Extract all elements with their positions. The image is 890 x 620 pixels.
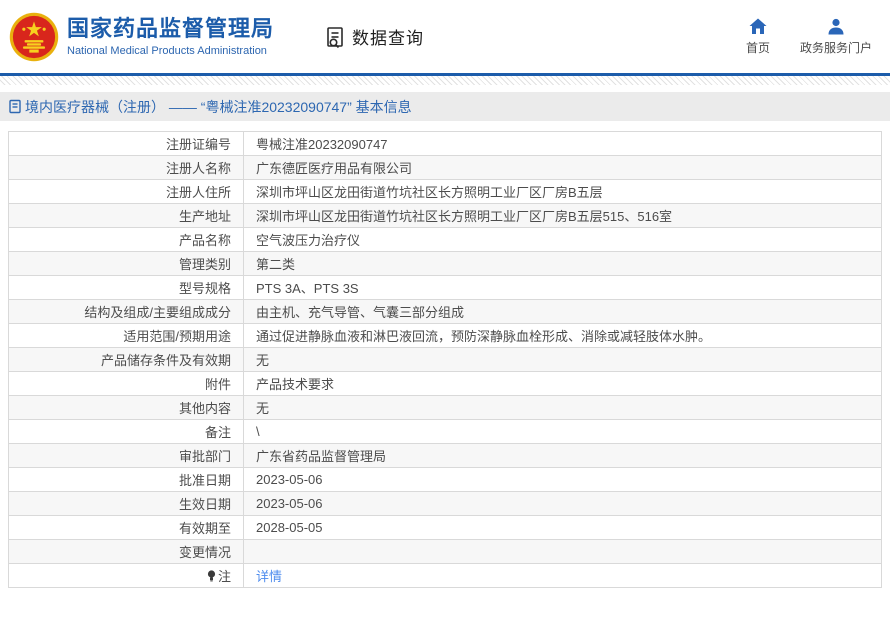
table-row: 其他内容无 <box>8 395 882 420</box>
row-label: 型号规格 <box>8 275 244 300</box>
breadcrumb: 境内医疗器械（注册） —— “粤械注准20232090747” 基本信息 <box>0 92 890 121</box>
row-label: 结构及组成/主要组成成分 <box>8 299 244 324</box>
row-value: 2028-05-05 <box>243 515 882 540</box>
row-value: 第二类 <box>243 251 882 276</box>
row-value: 无 <box>243 395 882 420</box>
table-row: 适用范围/预期用途 通过促进静脉血液和淋巴液回流，预防深静脉血栓形成、消除或减轻肢… <box>8 323 882 348</box>
row-label: 产品名称 <box>8 227 244 252</box>
table-row: 产品名称 空气波压力治疗仪 <box>8 227 882 252</box>
row-label: 备注 <box>8 419 244 444</box>
table-row: 备注 \ <box>8 419 882 444</box>
table-row: 注册人名称 广东德匠医疗用品有限公司 <box>8 155 882 180</box>
row-value: 深圳市坪山区龙田街道竹坑社区长方照明工业厂区厂房B五层 <box>243 179 882 204</box>
table-row: 注册证编号 粤械注准20232090747 <box>8 131 882 156</box>
top-navigation: 首页 政务服务门户 <box>746 17 890 56</box>
row-value: PTS 3A、PTS 3S <box>243 275 882 300</box>
row-value: 通过促进静脉血液和淋巴液回流，预防深静脉血栓形成、消除或减轻肢体水肿。 <box>243 323 882 348</box>
row-label: 审批部门 <box>8 443 244 468</box>
row-value: 粤械注准20232090747 <box>243 131 882 156</box>
row-value: 产品技术要求 <box>243 371 882 396</box>
table-row: 变更情况 <box>8 539 882 564</box>
nav-item-gov-portal[interactable]: 政务服务门户 <box>800 17 872 56</box>
user-icon <box>827 17 845 35</box>
registration-info-table: 注册证编号 粤械注准20232090747 注册人名称 广东德匠医疗用品有限公司 注册人… <box>8 131 882 588</box>
row-value <box>243 539 882 564</box>
row-value: 详情 <box>243 563 882 588</box>
table-row: 产品储存条件及有效期无 <box>8 347 882 372</box>
row-label: 变更情况 <box>8 539 244 564</box>
row-label: 注 <box>8 563 244 588</box>
bulb-icon <box>207 570 216 582</box>
nav-item-home[interactable]: 首页 <box>746 17 770 56</box>
table-row: 注册人住所 深圳市坪山区龙田街道竹坑社区长方照明工业厂区厂房B五层 <box>8 179 882 204</box>
table-row: 生效日期 2023-05-06 <box>8 491 882 516</box>
site-header: 国家药品监督管理局 National Medical Products Admi… <box>0 0 890 73</box>
row-value: 2023-05-06 <box>243 467 882 492</box>
row-value: 广东省药品监督管理局 <box>243 443 882 468</box>
table-row: 生产地址 深圳市坪山区龙田街道竹坑社区长方照明工业厂区厂房B五层515、516室 <box>8 203 882 228</box>
table-row: 管理类别 第二类 <box>8 251 882 276</box>
row-label: 生产地址 <box>8 203 244 228</box>
row-label: 生效日期 <box>8 491 244 516</box>
row-label: 注册人住所 <box>8 179 244 204</box>
table-row: 型号规格 PTS 3A、PTS 3S <box>8 275 882 300</box>
data-query-label: 数据查询 <box>352 29 425 48</box>
document-icon <box>8 99 22 114</box>
site-subtitle: National Medical Products Administration <box>67 44 267 57</box>
row-label: 注册证编号 <box>8 131 244 156</box>
site-title: 国家药品监督管理局 <box>67 16 275 42</box>
row-label: 适用范围/预期用途 <box>8 323 244 348</box>
row-value: 深圳市坪山区龙田街道竹坑社区长方照明工业厂区厂房B五层515、516室 <box>243 203 882 228</box>
row-label: 附件 <box>8 371 244 396</box>
table-row: 附件 产品技术要求 <box>8 371 882 396</box>
row-label: 产品储存条件及有效期 <box>8 347 244 372</box>
row-value: 空气波压力治疗仪 <box>243 227 882 252</box>
table-row: 结构及组成/主要组成成分 由主机、充气导管、气囊三部分组成 <box>8 299 882 324</box>
details-link[interactable]: 详情 <box>256 569 282 584</box>
row-label: 有效期至 <box>8 515 244 540</box>
table-row: 有效期至 2028-05-05 <box>8 515 882 540</box>
registration-info-table-wrap: 注册证编号 粤械注准20232090747 注册人名称 广东德匠医疗用品有限公司 注册人… <box>8 131 882 588</box>
table-row: 审批部门 广东省药品监督管理局 <box>8 443 882 468</box>
row-label: 其他内容 <box>8 395 244 420</box>
row-value: 广东德匠医疗用品有限公司 <box>243 155 882 180</box>
national-emblem-logo <box>9 12 59 61</box>
table-row: 批准日期 2023-05-06 <box>8 467 882 492</box>
row-value: 无 <box>243 347 882 372</box>
home-icon <box>749 17 767 35</box>
breadcrumb-text: 境内医疗器械（注册） —— “粤械注准20232090747” 基本信息 <box>25 98 412 115</box>
nav-item-label: 首页 <box>745 41 770 55</box>
row-value: 2023-05-06 <box>243 491 882 516</box>
nav-item-label: 政务服务门户 <box>799 41 872 55</box>
table-row: 注详情 <box>8 563 882 588</box>
site-title-block: 国家药品监督管理局 National Medical Products Admi… <box>67 16 274 56</box>
row-value: 由主机、充气导管、气囊三部分组成 <box>243 299 882 324</box>
row-label: 批准日期 <box>8 467 244 492</box>
row-value: \ <box>243 419 882 444</box>
hatch-pattern-strip <box>0 76 890 85</box>
row-label: 管理类别 <box>8 251 244 276</box>
row-label: 注册人名称 <box>8 155 244 180</box>
data-query-section[interactable]: 数据查询 <box>324 24 424 49</box>
document-search-icon <box>324 25 348 49</box>
